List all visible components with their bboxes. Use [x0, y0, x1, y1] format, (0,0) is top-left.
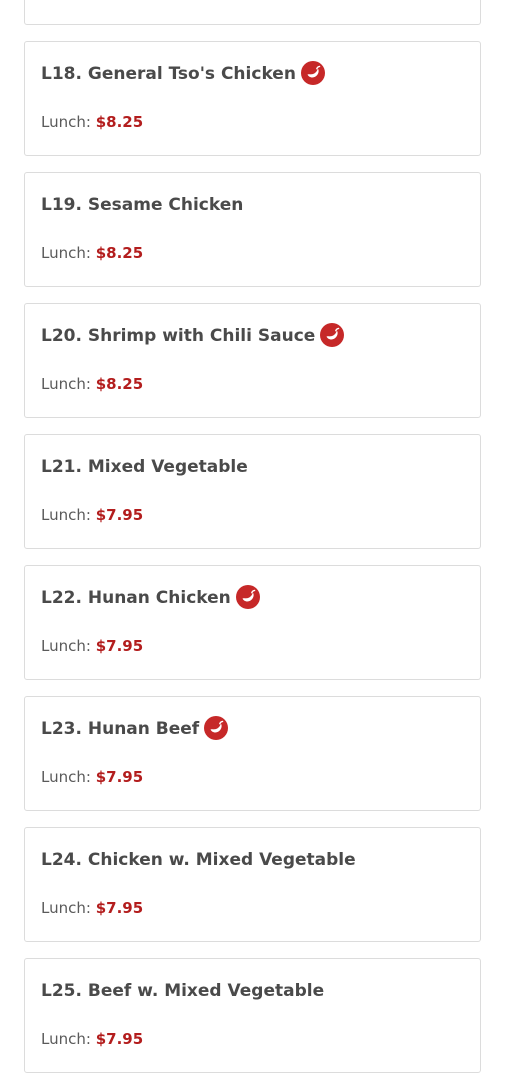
price-value: $8.25 — [95, 375, 144, 393]
price-label: Lunch: — [41, 768, 91, 786]
menu-item-title-row: L19. Sesame Chicken — [41, 190, 243, 220]
menu-item-card[interactable]: L19. Sesame Chicken Lunch: $8.25 — [24, 172, 481, 287]
menu-item-title: L24. Chicken w. Mixed Vegetable — [41, 850, 356, 870]
price-row: Lunch: $7.95 — [41, 506, 143, 524]
price-label: Lunch: — [41, 637, 91, 655]
price-label: Lunch: — [41, 375, 91, 393]
price-row: Lunch: $8.25 — [41, 113, 143, 131]
price-value: $7.95 — [95, 899, 144, 917]
menu-item-title: L19. Sesame Chicken — [41, 195, 244, 215]
menu-item-card[interactable]: L24. Chicken w. Mixed Vegetable Lunch: $… — [24, 827, 481, 942]
menu-item-title: L18. General Tso's Chicken — [41, 64, 296, 84]
menu-item-card-partial[interactable] — [24, 0, 481, 25]
spicy-chili-icon — [235, 584, 260, 609]
menu-item-title-row: L18. General Tso's Chicken — [41, 59, 325, 89]
menu-list: L18. General Tso's Chicken Lunch: $8.25 … — [24, 0, 481, 1089]
menu-item-card[interactable]: L21. Mixed Vegetable Lunch: $7.95 — [24, 434, 481, 549]
menu-item-title: L25. Beef w. Mixed Vegetable — [41, 981, 325, 1001]
price-label: Lunch: — [41, 113, 91, 131]
menu-item-title: L23. Hunan Beef — [41, 719, 200, 739]
price-label: Lunch: — [41, 506, 91, 524]
price-label: Lunch: — [41, 1030, 91, 1048]
price-label: Lunch: — [41, 899, 91, 917]
spicy-chili-icon — [300, 60, 325, 85]
menu-item-title-row: L22. Hunan Chicken — [41, 583, 260, 613]
menu-item-title-row: L25. Beef w. Mixed Vegetable — [41, 976, 324, 1006]
menu-item-card[interactable]: L23. Hunan Beef Lunch: $7.95 — [24, 696, 481, 811]
menu-item-card[interactable]: L18. General Tso's Chicken Lunch: $8.25 — [24, 41, 481, 156]
menu-item-card[interactable]: L22. Hunan Chicken Lunch: $7.95 — [24, 565, 481, 680]
price-value: $7.95 — [95, 1030, 144, 1048]
price-row: Lunch: $7.95 — [41, 1030, 143, 1048]
menu-item-title: L22. Hunan Chicken — [41, 588, 231, 608]
price-row: Lunch: $8.25 — [41, 244, 143, 262]
menu-item-title-row: L24. Chicken w. Mixed Vegetable — [41, 845, 356, 875]
menu-item-card[interactable]: L20. Shrimp with Chili Sauce Lunch: $8.2… — [24, 303, 481, 418]
price-value: $8.25 — [95, 113, 144, 131]
menu-item-title: L20. Shrimp with Chili Sauce — [41, 326, 316, 346]
price-value: $7.95 — [95, 637, 144, 655]
menu-item-title-row: L20. Shrimp with Chili Sauce — [41, 321, 345, 351]
spicy-chili-icon — [320, 322, 345, 347]
price-row: Lunch: $7.95 — [41, 637, 143, 655]
menu-item-card[interactable]: L25. Beef w. Mixed Vegetable Lunch: $7.9… — [24, 958, 481, 1073]
price-row: Lunch: $7.95 — [41, 768, 143, 786]
price-label: Lunch: — [41, 244, 91, 262]
menu-item-title-row: L21. Mixed Vegetable — [41, 452, 248, 482]
menu-item-title-row: L23. Hunan Beef — [41, 714, 229, 744]
price-value: $8.25 — [95, 244, 144, 262]
menu-item-title: L21. Mixed Vegetable — [41, 457, 248, 477]
price-value: $7.95 — [95, 506, 144, 524]
price-row: Lunch: $7.95 — [41, 899, 143, 917]
spicy-chili-icon — [204, 715, 229, 740]
price-row: Lunch: $8.25 — [41, 375, 143, 393]
price-value: $7.95 — [95, 768, 144, 786]
